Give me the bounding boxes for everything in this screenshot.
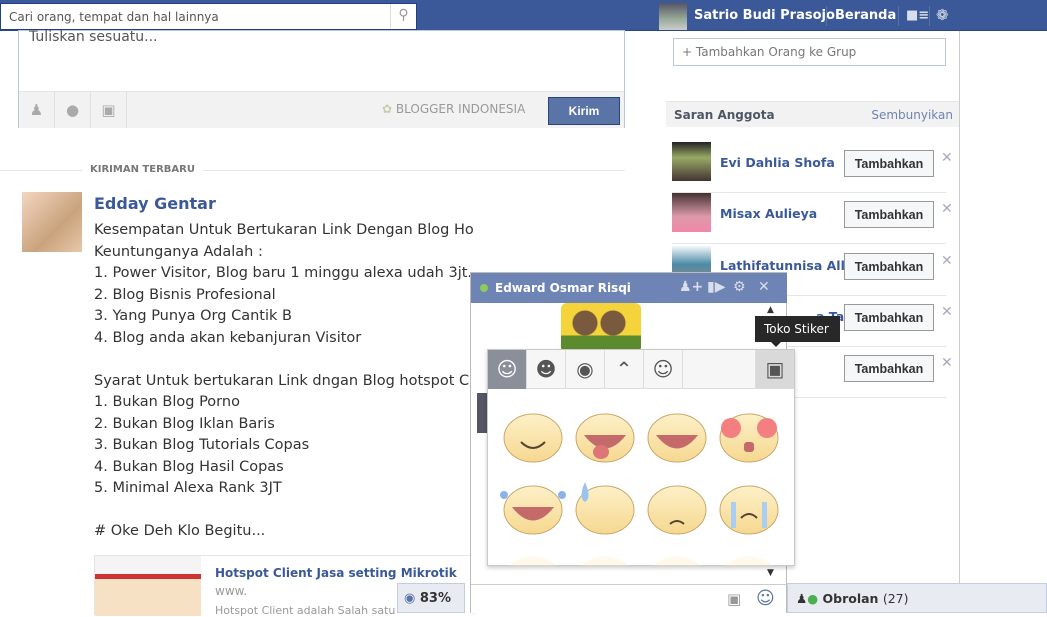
gear-icon[interactable]: ❁ <box>936 6 949 24</box>
top-bar: Cari orang, tempat dan hal lainnya ⚲ Sat… <box>0 0 1047 31</box>
settings-icon[interactable]: ⚙ <box>733 279 746 295</box>
close-icon[interactable]: ✕ <box>941 150 953 166</box>
avatar[interactable] <box>672 193 711 232</box>
sticker-heart-eyes[interactable] <box>719 413 779 463</box>
percentage: 83% <box>419 591 451 606</box>
chat-bar-label: Obrolan <box>822 591 879 606</box>
link-url: www. <box>215 584 248 598</box>
add-friend-icon[interactable]: ♟+ <box>679 279 703 295</box>
suggestion-row: Misax Aulieya Tambahkan ✕ <box>672 193 953 244</box>
girl-pack-tab[interactable]: ☻ <box>527 350 566 389</box>
message-avatar <box>477 393 487 433</box>
chat-contact-name[interactable]: Edward Osmar Risqi <box>495 281 631 295</box>
audience-selector[interactable]: ✿ BLOGGER INDONESIA <box>382 102 525 116</box>
suggestions-header: Saran Anggota Sembunyikan <box>666 101 959 127</box>
post-body: Kesempatan Untuk Bertukaran Link Dengan … <box>94 222 474 539</box>
add-people-input[interactable]: + Tambahkan Orang ke Grup <box>673 38 946 66</box>
add-button[interactable]: Tambahkan <box>844 253 934 280</box>
home-link[interactable]: Beranda <box>835 8 896 23</box>
add-button[interactable]: Tambahkan <box>844 355 934 382</box>
section-label: KIRIMAN TERBARU <box>82 164 203 175</box>
add-people-label: Tambahkan Orang ke Grup <box>695 45 857 59</box>
profile-link[interactable]: Satrio Budi Prasojo <box>694 8 835 23</box>
video-call-icon[interactable]: ▮▶ <box>707 279 725 295</box>
sticker-grin[interactable] <box>647 413 707 463</box>
location-icon[interactable]: ● <box>55 92 91 128</box>
close-icon[interactable]: ✕ <box>941 355 953 371</box>
close-icon[interactable]: ✕ <box>941 201 953 217</box>
suggestion-name[interactable]: Evi Dahlia Shofa <box>720 155 835 170</box>
close-icon[interactable]: ✕ <box>941 304 953 320</box>
minion-pack-tab[interactable]: ◉ <box>566 350 605 389</box>
sticker-laugh-tears[interactable] <box>500 485 566 535</box>
divider <box>826 6 827 26</box>
close-icon[interactable]: ✕ <box>758 279 770 295</box>
camera-icon[interactable]: ▣ <box>91 92 127 128</box>
composer: Tuliskan sesuatu... ♟ ● ▣ ✿ BLOGGER INDO… <box>18 29 625 128</box>
status-badge[interactable]: ◉ 83% <box>397 583 465 613</box>
privacy-icon[interactable]: ■≡ <box>906 8 929 23</box>
post-author-name[interactable]: Edday Gentar <box>94 194 216 213</box>
divider <box>929 6 930 26</box>
sticker-tongue[interactable] <box>575 413 635 463</box>
divider <box>959 31 960 613</box>
sticker-tabs: ☺ ☻ ◉ ⌃ ☺ ▣ <box>488 350 794 389</box>
add-button[interactable]: Tambahkan <box>844 150 934 177</box>
sticker-store-icon[interactable]: ▣ <box>755 350 794 389</box>
scroll-down-icon[interactable]: ▼ <box>767 568 774 578</box>
chat-sidebar-toggle[interactable]: ♟● Obrolan (27) <box>787 583 1047 613</box>
suggestion-name[interactable]: Misax Aulieya <box>720 206 817 221</box>
composer-input[interactable]: Tuliskan sesuatu... <box>29 29 158 45</box>
flower-icon: ✿ <box>382 102 393 116</box>
chat-input[interactable]: ▣ ☺ <box>471 584 787 614</box>
sticker-icon[interactable]: ☺ <box>756 588 775 609</box>
online-count: (27) <box>882 591 909 606</box>
tag-people-icon[interactable]: ♟ <box>19 92 55 128</box>
sticker-panel: ☺ ☻ ◉ ⌃ ☺ ▣ <box>487 349 795 566</box>
globe-icon: ◉ <box>404 591 416 606</box>
add-button[interactable]: Tambahkan <box>844 304 934 331</box>
emoji-pack-tab[interactable]: ☺ <box>644 350 683 389</box>
sticker-grid <box>500 413 779 566</box>
camera-icon[interactable]: ▣ <box>727 590 741 608</box>
divider <box>898 6 899 26</box>
link-description: Hotspot Client adalah Salah satu <box>215 604 396 617</box>
post-author-avatar[interactable] <box>22 192 82 252</box>
chat-header[interactable]: Edward Osmar Risqi ♟+ ▮▶ ⚙ ✕ <box>471 273 787 303</box>
add-button[interactable]: Tambahkan <box>844 201 934 228</box>
suggestion-row: Evi Dahlia Shofa Tambahkan ✕ <box>672 142 953 193</box>
hide-link[interactable]: Sembunyikan <box>871 108 953 122</box>
sticker-smile[interactable] <box>503 413 563 463</box>
online-status-icon <box>480 284 488 292</box>
link-title[interactable]: Hotspot Client Jasa setting Mikrotik <box>215 566 457 580</box>
audience-label: BLOGGER INDONESIA <box>395 102 526 116</box>
composer-footer: ♟ ● ▣ ✿ BLOGGER INDONESIA Kirim <box>19 91 624 128</box>
online-friends-icon: ♟● <box>796 591 819 606</box>
close-icon[interactable]: ✕ <box>941 253 953 269</box>
smiley-pack-tab[interactable]: ☺ <box>488 350 527 389</box>
suggestions-title: Saran Anggota <box>674 108 775 122</box>
sticker-worried[interactable] <box>647 485 707 535</box>
cat-pack-tab[interactable]: ⌃ <box>605 350 644 389</box>
sticker-crying[interactable] <box>719 485 779 535</box>
search-input[interactable]: Cari orang, tempat dan hal lainnya <box>0 3 417 30</box>
link-thumbnail[interactable] <box>95 556 201 616</box>
sticker-sweat[interactable] <box>575 482 635 535</box>
avatar[interactable] <box>659 3 687 30</box>
tooltip: Toko Stiker <box>755 316 840 347</box>
avatar[interactable] <box>672 142 711 181</box>
scroll-up-icon[interactable]: ▲ <box>767 305 774 315</box>
suggestion-name[interactable]: Lathifatunnisa Allf <box>720 258 850 273</box>
post-button[interactable]: Kirim <box>548 97 620 125</box>
search-icon[interactable]: ⚲ <box>390 4 416 28</box>
sticker-image <box>561 303 641 353</box>
